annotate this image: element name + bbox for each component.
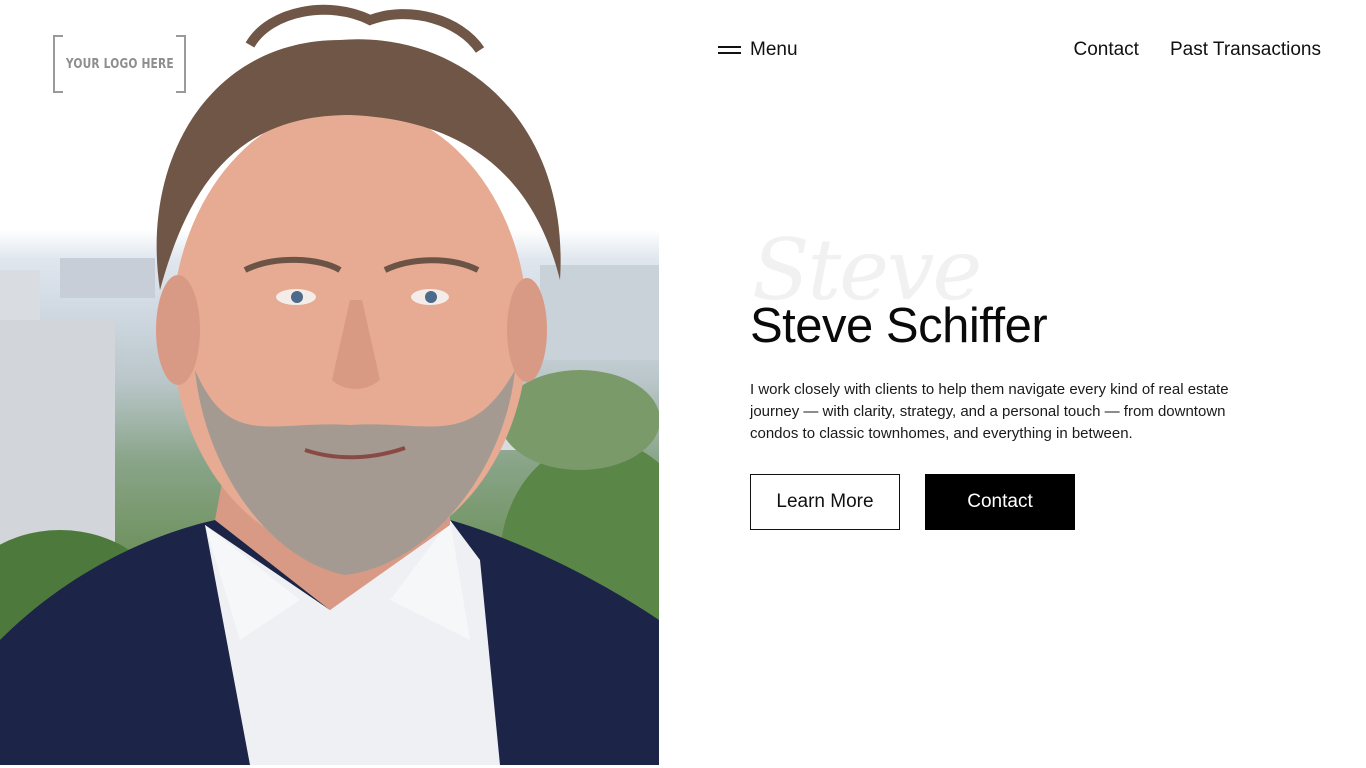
hamburger-icon — [718, 46, 741, 54]
contact-button[interactable]: Contact — [925, 474, 1075, 530]
learn-more-button[interactable]: Learn More — [750, 474, 900, 530]
menu-label: Menu — [750, 39, 798, 60]
top-nav: Contact Past Transactions — [1073, 37, 1321, 63]
building-right — [540, 265, 659, 360]
ear-left — [156, 275, 200, 385]
landing-page: YOUR LOGO HERE Menu Contact Past Transac… — [0, 0, 1366, 768]
building-distant — [60, 258, 155, 298]
agent-bio: I work closely with clients to help them… — [750, 381, 1229, 442]
tree-cluster-mid — [500, 370, 659, 470]
site-logo[interactable]: YOUR LOGO HERE — [53, 35, 186, 93]
cta-row: Learn More Contact — [750, 474, 1075, 530]
agent-portrait-photo — [0, 0, 659, 765]
building-tower — [0, 320, 115, 550]
logo-bracket-left — [53, 35, 63, 93]
nav-link-contact[interactable]: Contact — [1073, 39, 1138, 61]
portrait-illustration — [0, 4, 659, 765]
iris-right — [425, 291, 437, 303]
logo-text: YOUR LOGO HERE — [65, 56, 174, 72]
ear-right — [507, 278, 547, 382]
logo-bracket-right — [176, 35, 186, 93]
nav-link-past-transactions[interactable]: Past Transactions — [1170, 39, 1321, 61]
menu-button[interactable]: Menu — [718, 37, 798, 63]
agent-name-heading: Steve Schiffer — [750, 299, 1048, 353]
iris-left — [291, 291, 303, 303]
